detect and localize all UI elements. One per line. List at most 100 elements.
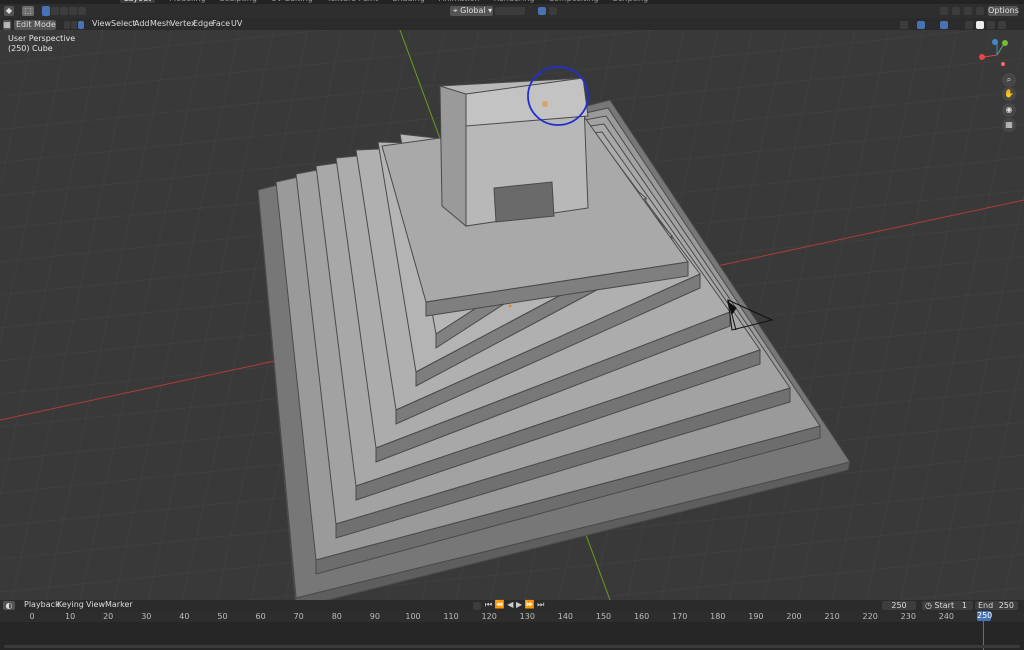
xray-icon[interactable] [952,7,960,15]
end-frame-field[interactable]: End 250 [975,601,1018,610]
frame-tick: 10 [65,612,76,621]
timeline-menu-marker[interactable]: Marker [105,599,133,611]
frame-tick: 240 [938,612,955,621]
frame-tick: 160 [633,612,650,621]
grid-icon[interactable]: ▦ [1002,118,1016,132]
start-frame-field[interactable]: ◷ Start 1 [922,601,973,610]
frame-tick: 30 [141,612,152,621]
frame-tick: 60 [255,612,266,621]
gizmo-icon[interactable] [917,21,925,29]
workspace-tab[interactable]: Shading [392,0,425,3]
3d-viewport[interactable]: User Perspective (250) Cube ⌕ ✋ ◉ ▦ [0,30,1024,600]
camera-icon[interactable]: ◉ [1002,103,1016,117]
menu-view[interactable]: View [92,18,111,30]
object-label: (250) Cube [8,44,53,53]
workspace-tab[interactable]: Sculpting [220,0,257,3]
viewport-canvas [0,30,1024,600]
frame-tick: 90 [369,612,380,621]
menu-add[interactable]: Add [134,18,150,30]
rendered-shading-icon[interactable] [998,21,1006,29]
mode-extend-icon[interactable] [51,7,59,15]
view-name: User Perspective [8,34,76,43]
menu-face[interactable]: Face [212,18,230,30]
x-axis-gizmo-icon[interactable] [979,54,985,60]
neg-x-gizmo-icon[interactable] [1001,62,1005,66]
light-object[interactable] [542,101,548,107]
falloff-icon[interactable] [549,7,557,15]
frame-tick: 130 [519,612,535,621]
y-axis-gizmo-icon[interactable] [1002,40,1008,46]
frame-tick: 110 [443,612,459,621]
frame-tick: 230 [900,612,916,621]
hand-icon[interactable]: ✋ [1002,87,1016,101]
mode-dropdown[interactable]: Edit Mode [14,20,56,30]
tool-icon[interactable]: ◆ [4,6,14,16]
workspace-tab[interactable]: Rendering [494,0,535,3]
menu-uv[interactable]: UV [231,18,242,30]
transform-orientation-dropdown[interactable]: ⌖ Global ▾ [450,6,493,16]
gizmo-toggle-icon[interactable] [940,7,948,15]
zoom-icon[interactable]: ⌕ [1002,73,1016,87]
playhead[interactable]: 250 [977,611,992,621]
frame-tick: 40 [179,612,190,621]
z-axis-gizmo-icon[interactable] [992,39,998,45]
menu-vertex[interactable]: Vertex [170,18,196,30]
frame-tick: 220 [862,612,878,621]
frame-tick: 140 [557,612,574,621]
mode-subtract-icon[interactable] [60,7,68,15]
select-box-icon[interactable]: ⬚ [22,6,34,16]
current-frame-field[interactable]: 250 [882,601,916,610]
solid-shading-icon[interactable] [976,21,984,29]
shading-solid-icon[interactable] [964,7,972,15]
workspace-tab[interactable]: Layout [120,0,156,3]
timeline-header: ◐ Playback Keying View Marker ⏮ ⏪ ◀ ▶ ⏩ ⏭ 2… [0,600,1024,611]
vertex-select-icon[interactable] [64,21,70,29]
frame-tick: 200 [786,612,802,621]
frame-ruler[interactable]: 0 10 20 30 40 50 60 70 80 90 100 110 120 130 140 150 160… [0,611,1024,622]
workspace-tab[interactable]: Scripting [613,0,649,3]
editor-type-icon[interactable]: ▦ [3,20,11,30]
frame-tick: 0 [29,612,35,621]
clock-icon: ◷ [925,601,935,610]
timeline-menu-keying[interactable]: Keying [57,599,84,611]
workspace-tab[interactable]: UV Editing [271,0,313,3]
frame-tick: 170 [672,612,688,621]
mode-intersect-icon[interactable] [78,7,86,15]
edge-select-icon[interactable] [71,21,77,29]
menu-edge[interactable]: Edge [193,18,213,30]
overlay-icon[interactable] [940,21,948,29]
workspace-tab[interactable]: Modeling [169,0,205,3]
pivot-point-dropdown[interactable] [495,7,525,15]
shading-material-icon[interactable] [976,7,984,15]
frame-tick: 150 [595,612,612,621]
timeline-area[interactable]: 0 10 20 30 40 50 60 70 80 90 100 110 120 130 140 150 160… [0,611,1024,650]
frame-tick: 180 [710,612,726,621]
record-icon[interactable] [473,602,481,610]
frame-tick: 100 [405,612,421,621]
options-dropdown[interactable]: Options [988,6,1019,16]
timeline-scrollbar[interactable] [4,645,1020,648]
mode-invert-icon[interactable] [69,7,77,15]
timeline-editor-icon[interactable]: ◐ [3,601,15,610]
playback-controls[interactable]: ⏮ ⏪ ◀ ▶ ⏩ ⏭ [485,599,544,611]
workspace-tab[interactable]: Texture Paint [327,0,379,3]
orientation-icon: ⌖ [453,6,461,15]
menu-mesh[interactable]: Mesh [150,18,171,30]
wireframe-shading-icon[interactable] [965,21,973,29]
frame-tick: 50 [217,612,228,621]
frame-tick: 120 [481,612,497,621]
face-select-icon[interactable] [78,21,84,29]
menu-select[interactable]: Select [111,18,136,30]
timeline-menu-playback[interactable]: Playback [24,599,60,611]
frame-tick: 70 [293,612,304,621]
workspace-tab[interactable]: Compositing [548,0,598,3]
origin-point [508,304,512,308]
frame-tick: 80 [331,612,342,621]
workspace-tab[interactable]: Animation [439,0,480,3]
visibility-icon[interactable] [900,21,908,29]
frame-tick: 190 [748,612,764,621]
material-shading-icon[interactable] [987,21,995,29]
mode-new-icon[interactable] [42,6,50,16]
proportional-edit-icon[interactable] [538,7,546,15]
timeline-menu-view[interactable]: View [86,599,105,611]
